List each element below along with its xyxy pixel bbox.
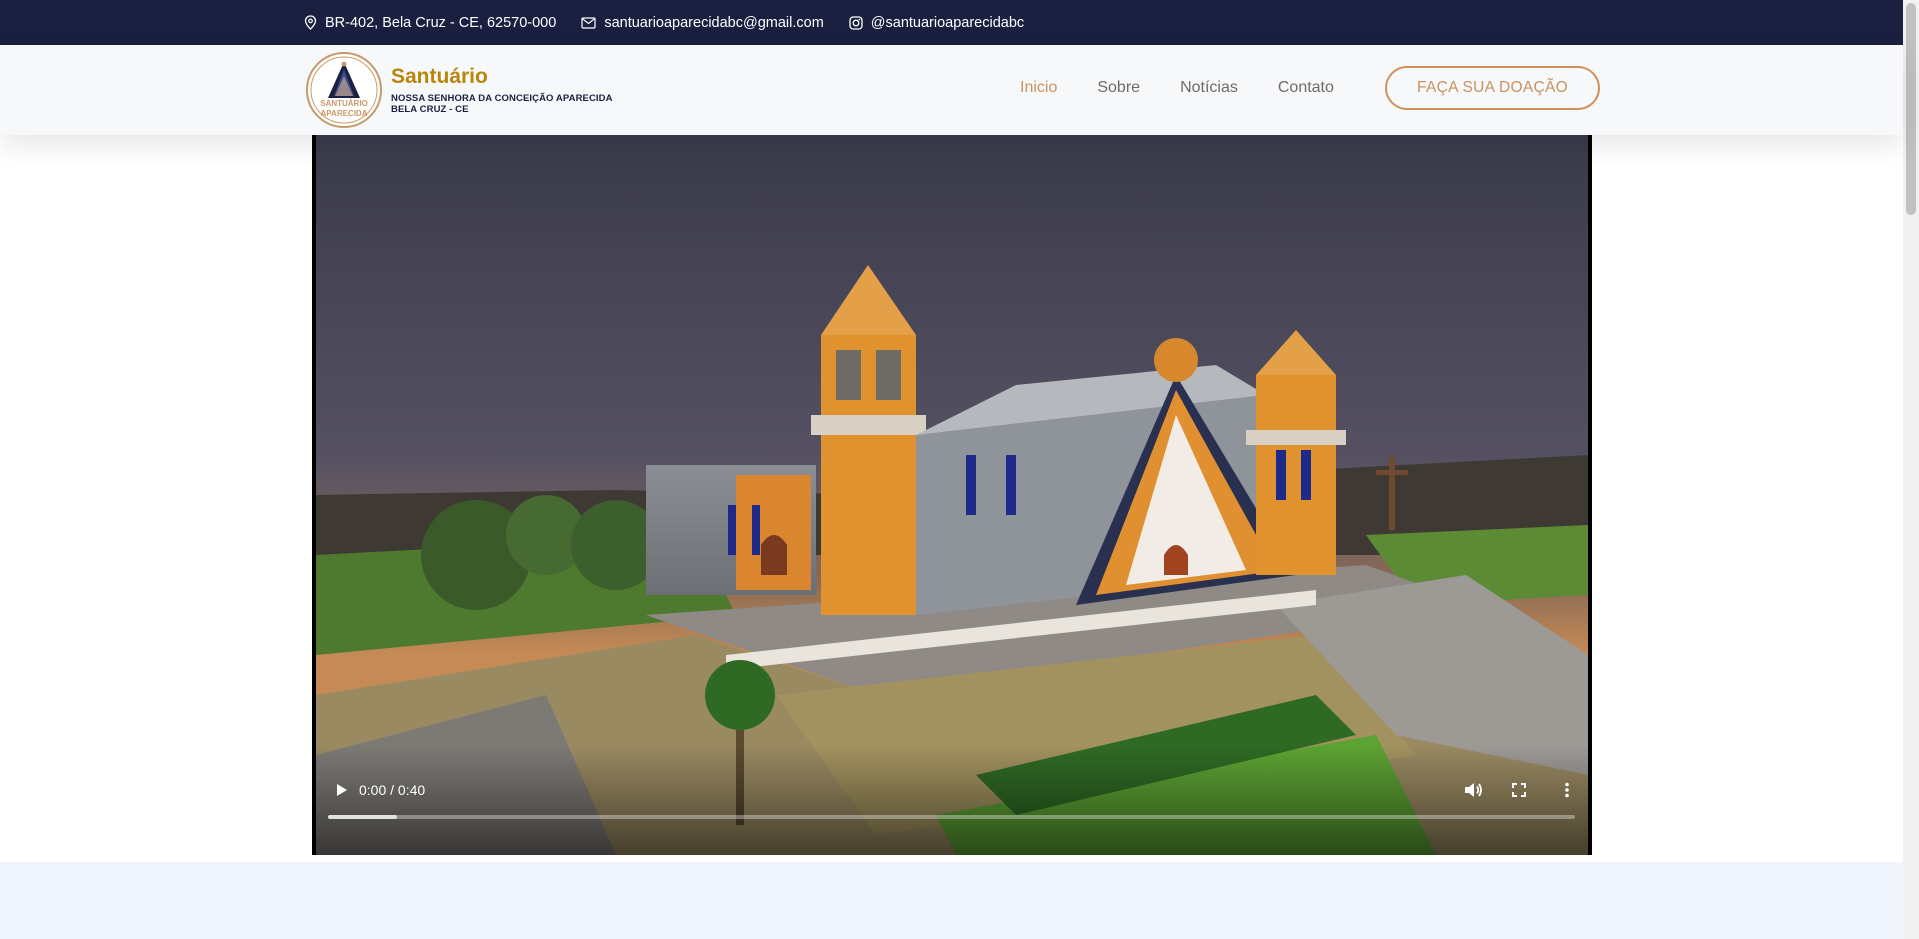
donate-button[interactable]: FAÇA SUA DOAÇÃO — [1385, 66, 1600, 110]
email-item[interactable]: santuarioaparecidabc@gmail.com — [581, 15, 824, 31]
nav-contato[interactable]: Contato — [1278, 79, 1334, 97]
more-vert-icon[interactable] — [1555, 778, 1579, 802]
top-info-bar: BR-402, Bela Cruz - CE, 62570-000 santua… — [0, 0, 1903, 45]
brand-logo-link[interactable]: SANTUÁRIO APARECIDA Santuário NOSSA SENH… — [306, 52, 613, 128]
address-text: BR-402, Bela Cruz - CE, 62570-000 — [325, 14, 557, 31]
nav-noticias[interactable]: Notícias — [1180, 79, 1238, 97]
video-progress-bar[interactable] — [328, 815, 1575, 819]
scrollbar-thumb[interactable] — [1906, 3, 1916, 215]
volume-icon[interactable] — [1461, 778, 1485, 802]
video-player[interactable]: 0:00 / 0:40 — [312, 135, 1592, 855]
instagram-icon — [849, 15, 863, 30]
instagram-item[interactable]: @santuarioaparecidabc — [849, 15, 1024, 31]
video-controls: 0:00 / 0:40 — [312, 765, 1592, 855]
video-buffer-fill — [328, 815, 397, 819]
logo-text-top: SANTUÁRIO — [320, 99, 368, 108]
logo-text-bottom: APARECIDA — [320, 109, 368, 118]
brand-subtitle-2: BELA CRUZ - CE — [391, 104, 469, 115]
fullscreen-icon[interactable] — [1507, 778, 1531, 802]
main-nav: Inicio Sobre Notícias Contato — [1020, 79, 1374, 97]
mail-icon — [581, 16, 596, 29]
address-item: BR-402, Bela Cruz - CE, 62570-000 — [304, 15, 556, 31]
brand-subtitle-1: NOSSA SENHORA DA CONCEIÇÃO APARECIDA — [391, 93, 613, 104]
page-scrollbar[interactable] — [1903, 0, 1919, 939]
play-icon[interactable] — [329, 778, 353, 802]
nav-sobre[interactable]: Sobre — [1097, 79, 1140, 97]
brand-title: Santuário — [391, 65, 488, 88]
nav-inicio[interactable]: Inicio — [1020, 79, 1057, 97]
next-section — [0, 862, 1903, 939]
site-header: SANTUÁRIO APARECIDA Santuário NOSSA SENH… — [0, 45, 1903, 135]
map-pin-icon — [304, 15, 317, 30]
email-link[interactable]: santuarioaparecidabc@gmail.com — [604, 15, 823, 31]
logo-emblem: SANTUÁRIO APARECIDA — [306, 52, 382, 128]
instagram-link[interactable]: @santuarioaparecidabc — [871, 15, 1024, 31]
video-time: 0:00 / 0:40 — [359, 782, 426, 798]
brand-text: Santuário NOSSA SENHORA DA CONCEIÇÃO APA… — [391, 65, 613, 115]
